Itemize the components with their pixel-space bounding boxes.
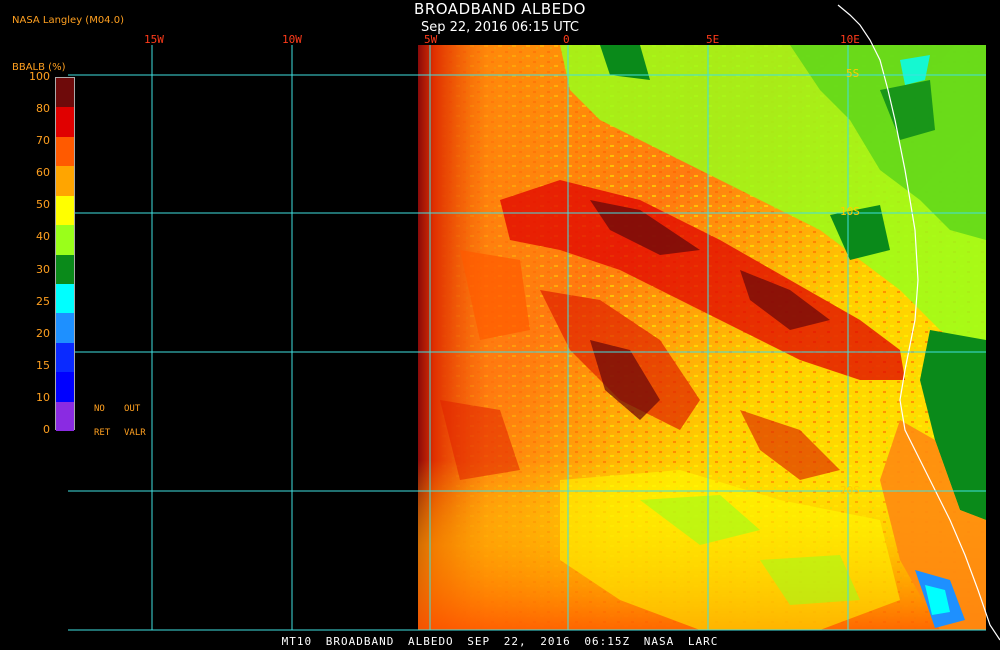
color-bar-segment bbox=[56, 136, 74, 167]
color-bar-tick-label: 60 bbox=[36, 166, 50, 180]
color-bar-segment bbox=[56, 401, 74, 432]
albedo-map bbox=[68, 4, 1000, 641]
color-bar-tick-label: 20 bbox=[36, 326, 50, 340]
color-bar-segment bbox=[56, 254, 74, 285]
map-viewer: BROADBAND ALBEDO Sep 22, 2016 06:15 UTC … bbox=[0, 0, 1000, 650]
color-bar-tick-label: 80 bbox=[36, 102, 50, 116]
color-bar bbox=[55, 77, 75, 432]
footer-caption: MT10 BROADBAND ALBEDO SEP 22, 2016 06:15… bbox=[281, 635, 719, 648]
lon-label-5w: 5W bbox=[424, 33, 438, 46]
lon-label-0: 0 bbox=[563, 33, 570, 46]
color-bar-segment bbox=[56, 342, 74, 373]
legend-no-label: NO bbox=[94, 404, 105, 414]
color-bar-tick-label: 0 bbox=[43, 423, 50, 436]
lat-label-20s: 20S bbox=[840, 484, 860, 497]
color-bar-tick-label: 50 bbox=[36, 198, 50, 212]
lon-label-15w: 15W bbox=[144, 33, 164, 46]
color-bar-tick-label: 25 bbox=[36, 294, 50, 308]
color-bar-tick-label: 100 bbox=[29, 70, 50, 83]
color-bar-segment bbox=[56, 195, 74, 226]
color-bar-tick-label: 10 bbox=[36, 390, 50, 404]
data-source-label: NASA Langley (M04.0) bbox=[12, 15, 124, 26]
color-bar-tick-label: 40 bbox=[36, 230, 50, 244]
lon-label-10w: 10W bbox=[282, 33, 302, 46]
legend-out-label: OUT bbox=[124, 404, 141, 414]
lon-label-5e: 5E bbox=[706, 33, 720, 46]
color-bar-segment bbox=[56, 225, 74, 255]
map-title: BROADBAND ALBEDO bbox=[414, 0, 586, 18]
color-bar-segment bbox=[56, 78, 74, 108]
lon-label-10e: 10E bbox=[840, 33, 860, 46]
color-bar-tick-label: 15 bbox=[36, 358, 50, 372]
lat-label-10s: 10S bbox=[840, 205, 860, 218]
lat-label-5s: 5S bbox=[846, 67, 860, 80]
color-bar-segment bbox=[56, 166, 74, 197]
legend-valr-label: VALR bbox=[124, 428, 146, 438]
color-bar-tick-label: 70 bbox=[36, 134, 50, 148]
color-bar-tick-label: 30 bbox=[36, 262, 50, 276]
color-bar-segment bbox=[56, 372, 74, 403]
legend-ret-label: RET bbox=[94, 428, 111, 438]
color-bar-segment bbox=[56, 283, 74, 314]
color-bar-segment bbox=[56, 313, 74, 344]
color-bar-segment bbox=[56, 107, 74, 138]
